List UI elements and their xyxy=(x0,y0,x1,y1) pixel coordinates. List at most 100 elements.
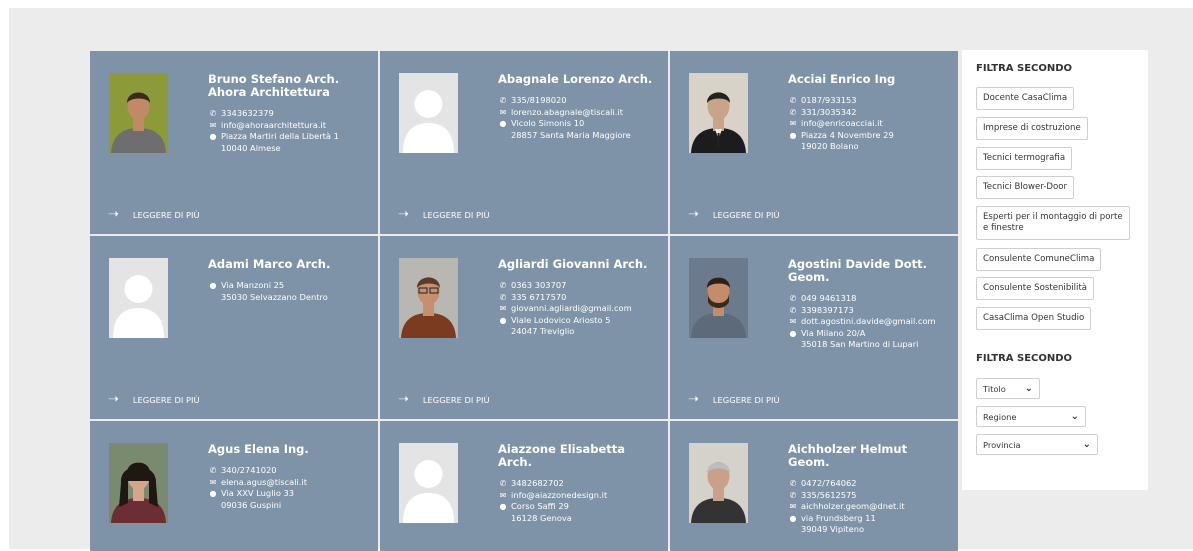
location-pin-icon: ● xyxy=(209,281,217,290)
contact-phone[interactable]: ✆ 049 9461318 xyxy=(788,293,952,305)
read-more-link[interactable]: ➝ LEGGERE DI PIÙ xyxy=(108,392,200,407)
professional-name[interactable]: Agostini Davide Dott. Geom. xyxy=(788,258,952,284)
mail-icon: ✉ xyxy=(499,107,507,117)
professional-card[interactable]: Agostini Davide Dott. Geom. ✆ 049 9461318 ✆… xyxy=(670,236,958,419)
contact-phone[interactable]: ✆ 3343632379 xyxy=(208,108,372,120)
contact-phone[interactable]: ✆ 0472/764062 xyxy=(788,478,952,490)
contact-mail[interactable]: ✉ giovanni.agliardi@gmail.com xyxy=(498,303,662,315)
card-info: Agliardi Giovanni Arch. ✆ 0363 303707 ✆ 335 … xyxy=(498,258,662,338)
professional-card[interactable]: Bruno Stefano Arch. Ahora Architettura ✆ 3… xyxy=(90,51,378,234)
read-more-link[interactable]: ➝ LEGGERE DI PIÙ xyxy=(688,207,780,222)
card-info: Abagnale Lorenzo Arch. ✆ 335/8198020 ✉ loren… xyxy=(498,73,662,141)
contact-text: 3482682702 xyxy=(511,478,564,488)
read-more-link[interactable]: ➝ LEGGERE DI PIÙ xyxy=(108,207,200,222)
read-more-label: LEGGERE DI PIÙ xyxy=(712,210,780,220)
arrow-right-icon: ➝ xyxy=(108,207,119,222)
contact-text: info@ahoraarchitettura.it xyxy=(221,119,327,130)
phone-icon: ✆ xyxy=(209,466,217,475)
professional-name[interactable]: Abagnale Lorenzo Arch. xyxy=(498,73,662,86)
contact-text: aichholzer.geom@dnet.it xyxy=(801,501,905,511)
professional-name[interactable]: Agus Elena Ing. xyxy=(208,443,372,456)
phone-icon: ✆ xyxy=(499,292,507,302)
arrow-right-icon: ➝ xyxy=(688,207,699,222)
avatar xyxy=(109,73,168,153)
contact-text: 0472/764062 xyxy=(801,478,857,488)
phone-icon: ✆ xyxy=(499,281,507,290)
contact-phone[interactable]: ✆ 335/5612575 xyxy=(788,490,952,502)
contact-mail[interactable]: ✉ info@ahoraarchitettura.it xyxy=(208,120,372,132)
professional-name[interactable]: Adami Marco Arch. xyxy=(208,258,372,271)
contact-text: 0363 303707 xyxy=(511,280,567,290)
card-info: Aiazzone Elisabetta Arch. ✆ 3482682702 ✉ inf… xyxy=(498,443,662,524)
phone-icon: ✆ xyxy=(789,490,797,500)
select-regione[interactable]: Regione ⌄ xyxy=(976,406,1086,427)
phone-icon: ✆ xyxy=(789,305,797,315)
contact-mail[interactable]: ✉ dott.agostini.davide@gmail.com xyxy=(788,316,952,328)
contact-text: 331/3035342 xyxy=(801,106,857,117)
professional-card[interactable]: Agliardi Giovanni Arch. ✆ 0363 303707 ✆ 335 … xyxy=(380,236,668,419)
phone-icon: ✆ xyxy=(209,109,217,118)
contact-text: giovanni.agliardi@gmail.com xyxy=(511,303,632,313)
contact-phone[interactable]: ✆ 340/2741020 xyxy=(208,465,372,477)
contact-pin: ● Piazza 4 Novembre 29 xyxy=(788,130,952,142)
filter-tag-open-studio[interactable]: CasaClima Open Studio xyxy=(976,307,1092,330)
filter-tag-termografia[interactable]: Tecnici termografia xyxy=(976,147,1073,170)
contact-pin: ● Vicolo Simonis 10 xyxy=(498,118,662,130)
read-more-link[interactable]: ➝ LEGGERE DI PIÙ xyxy=(398,393,490,406)
professional-name[interactable]: Aiazzone Elisabetta Arch. xyxy=(498,443,662,469)
contact-phone[interactable]: ✆ 3398397173 xyxy=(788,305,952,317)
professional-card[interactable]: Aiazzone Elisabetta Arch. ✆ 3482682702 ✉ inf… xyxy=(380,421,668,551)
professional-card[interactable]: Aichholzer Helmut Geom. ✆ 0472/764062 ✆ 335/… xyxy=(670,421,958,551)
postal-city: 09036 Guspini xyxy=(221,499,282,510)
filter-tag-sostenibilita[interactable]: Consulente Sostenibilità xyxy=(976,277,1095,300)
phone-icon: ✆ xyxy=(499,479,507,488)
contact-mail[interactable]: ✉ elena.agus@tiscali.it xyxy=(208,477,372,489)
filter-tag-docente-casaclima[interactable]: Docente CasaClima xyxy=(976,87,1075,110)
professional-card[interactable]: Agus Elena Ing. ✆ 340/2741020 ✉ elena.agus@t… xyxy=(90,421,378,551)
contact-mail[interactable]: ✉ aichholzer.geom@dnet.it xyxy=(788,501,952,513)
select-titolo[interactable]: Titolo ⌄ xyxy=(976,378,1040,399)
contact-phone[interactable]: ✆ 0363 303707 xyxy=(498,280,662,292)
professional-card[interactable]: Abagnale Lorenzo Arch. ✆ 335/8198020 ✉ loren… xyxy=(380,51,668,234)
select-provincia[interactable]: Provincia ⌄ xyxy=(976,434,1098,455)
filter-title-2: FILTRA SECONDO xyxy=(976,353,1073,364)
contact-mail[interactable]: ✉ lorenzo.abagnale@tiscali.it xyxy=(498,107,662,119)
postal-city: 10040 Almese xyxy=(221,142,281,153)
contact-text: 340/2741020 xyxy=(221,465,277,475)
contact-phone[interactable]: ✆ 335/8198020 xyxy=(498,95,662,107)
professional-name[interactable]: Agliardi Giovanni Arch. xyxy=(498,258,662,271)
contact-text: lorenzo.abagnale@tiscali.it xyxy=(511,106,623,117)
contact-phone[interactable]: ✆ 0187/933153 xyxy=(788,95,952,107)
contact-pin: ● Via Milano 20/A xyxy=(788,328,952,340)
filter-tag-esperti-montaggio[interactable]: Esperti per il montaggio di porte e fine… xyxy=(976,206,1130,240)
read-more-link[interactable]: ➝ LEGGERE DI PIÙ xyxy=(398,208,490,221)
arrow-right-icon: ➝ xyxy=(108,392,119,407)
mail-icon: ✉ xyxy=(499,490,507,500)
contact-phone[interactable]: ✆ 3482682702 xyxy=(498,478,662,490)
read-more-link[interactable]: ➝ LEGGERE DI PIÙ xyxy=(688,393,780,406)
contact-mail[interactable]: ✉ info@enricoacciai.it xyxy=(788,118,952,130)
postal-city: 39049 Vipiteno xyxy=(801,524,865,534)
contact-phone[interactable]: ✆ 335 6717570 xyxy=(498,292,662,304)
contact-text: Piazza Martiri della Libertà 1 xyxy=(221,131,339,141)
card-info: Agus Elena Ing. ✆ 340/2741020 ✉ elena.agus@t… xyxy=(208,443,372,511)
professional-name[interactable]: Bruno Stefano Arch. Ahora Architettura xyxy=(208,73,372,99)
contact-text: 0187/933153 xyxy=(801,95,857,105)
mail-icon: ✉ xyxy=(789,317,797,326)
contact-text: Via XXV Luglio 33 xyxy=(221,488,295,498)
professional-card[interactable]: Adami Marco Arch. ● Via Manzoni 25 35030 Se… xyxy=(90,236,378,419)
contact-phone[interactable]: ✆ 331/3035342 xyxy=(788,107,952,119)
contact-pin: ● Via XXV Luglio 33 xyxy=(208,488,372,500)
avatar xyxy=(689,443,748,523)
professional-name[interactable]: Aichholzer Helmut Geom. xyxy=(788,443,952,469)
phone-icon: ✆ xyxy=(789,294,797,303)
phone-icon: ✆ xyxy=(789,107,797,117)
location-pin-icon: ● xyxy=(499,502,507,511)
filter-tag-comuneclima[interactable]: Consulente ComuneClima xyxy=(976,248,1102,271)
professional-card[interactable]: Acciai Enrico Ing ✆ 0187/933153 ✆ 331/303534… xyxy=(670,51,958,234)
contact-mail[interactable]: ✉ info@aiazzonedesign.it xyxy=(498,490,662,502)
professional-name[interactable]: Acciai Enrico Ing xyxy=(788,73,952,86)
filter-tag-imprese[interactable]: Imprese di costruzione xyxy=(976,117,1088,140)
contact-pin: ● Corso Saffi 29 xyxy=(498,501,662,513)
filter-tag-blower-door[interactable]: Tecnici Blower-Door xyxy=(976,176,1075,199)
